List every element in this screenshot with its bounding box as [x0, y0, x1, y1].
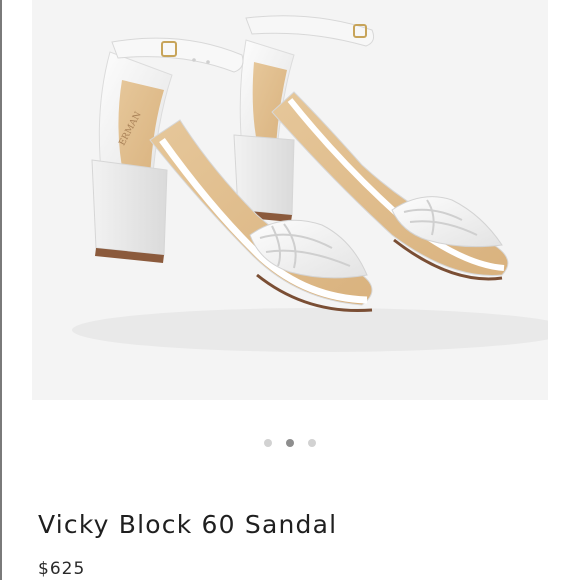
carousel-dot-1[interactable]: [264, 439, 272, 447]
left-edge-rule: [0, 0, 2, 580]
product-price: $625: [38, 559, 86, 579]
product-title: Vicky Block 60 Sandal: [38, 510, 338, 539]
carousel-indicator: [0, 437, 580, 449]
carousel-dot-3[interactable]: [308, 439, 316, 447]
sandals-illustration: ERMAN: [72, 15, 548, 352]
product-image[interactable]: ERMAN: [32, 0, 548, 400]
carousel-dot-2[interactable]: [286, 439, 294, 447]
